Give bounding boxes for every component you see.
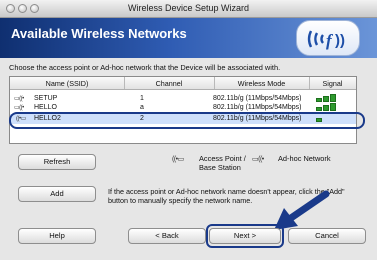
add-button[interactable]: Add: [18, 186, 96, 202]
column-header-ssid[interactable]: Name (SSID): [10, 79, 124, 88]
access-point-icon: ((•▭: [172, 156, 184, 163]
wireless-logo-icon: f )): [296, 20, 360, 56]
channel-cell: 1: [140, 95, 144, 102]
legend-adhoc: Ad-hoc Network: [278, 154, 331, 163]
back-button[interactable]: < Back: [128, 228, 206, 244]
svg-text:)): )): [335, 32, 345, 49]
ssid-cell: HELLO: [34, 104, 57, 111]
selected-row-highlight: [9, 112, 365, 129]
mode-cell: 802.11b/g (11Mbps/54Mbps): [213, 104, 302, 111]
next-button-highlight: [206, 224, 284, 248]
channel-cell: a: [140, 104, 144, 111]
network-table[interactable]: Name (SSID) Channel Wireless Mode Signal…: [9, 76, 357, 144]
ssid-cell: SETUP: [34, 95, 58, 102]
page-title: Available Wireless Networks: [11, 26, 187, 41]
table-row[interactable]: ▭((• SETUP 1 802.11b/g (11Mbps/54Mbps): [10, 94, 356, 103]
legend-base-station: Base Station: [199, 163, 241, 172]
column-header-mode[interactable]: Wireless Mode: [214, 79, 309, 88]
instruction-text: Choose the access point or Ad-hoc networ…: [9, 63, 281, 72]
access-point-icon: ▭((•: [14, 96, 24, 102]
adhoc-network-icon: ▭((•: [252, 156, 264, 163]
column-header-channel[interactable]: Channel: [124, 79, 214, 88]
column-header-signal[interactable]: Signal: [309, 79, 356, 88]
help-button[interactable]: Help: [18, 228, 96, 244]
legend-access-point: Access Point /: [199, 154, 246, 163]
mode-cell: 802.11b/g (11Mbps/54Mbps): [213, 95, 302, 102]
access-point-icon: ▭((•: [14, 105, 24, 111]
window-titlebar: Wireless Device Setup Wizard: [0, 0, 377, 18]
table-row[interactable]: ▭((• HELLO a 802.11b/g (11Mbps/54Mbps): [10, 103, 356, 112]
refresh-button[interactable]: Refresh: [18, 154, 96, 170]
window-title: Wireless Device Setup Wizard: [127, 3, 250, 13]
wizard-header: Available Wireless Networks f )): [0, 18, 377, 58]
cancel-button[interactable]: Cancel: [288, 228, 366, 244]
svg-text:f: f: [326, 31, 334, 50]
table-header: Name (SSID) Channel Wireless Mode Signal: [10, 77, 356, 90]
